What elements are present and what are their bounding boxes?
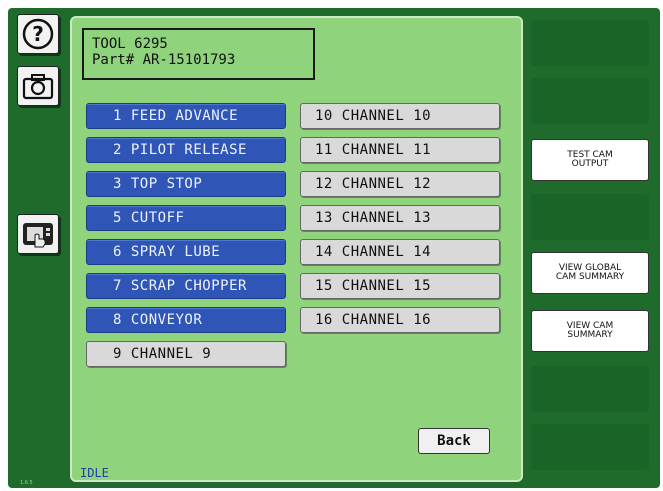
cam-button-7[interactable]: 7 SCRAP CHOPPER	[86, 273, 286, 299]
touch-panel-button[interactable]	[17, 214, 59, 254]
side-slot-empty-3	[531, 194, 649, 240]
side-slot-empty-4	[531, 366, 649, 412]
cam-button-9[interactable]: 9 CHANNEL 9	[86, 341, 286, 367]
svg-text:?: ?	[32, 22, 44, 46]
side-slot-empty-2	[531, 78, 649, 124]
cam-button-12[interactable]: 12 CHANNEL 12	[300, 171, 500, 197]
main-panel: TOOL 6295 Part# AR-15101793 1 FEED ADVAN…	[70, 16, 523, 482]
status-text: IDLE	[80, 466, 109, 480]
cam-button-15[interactable]: 15 CHANNEL 15	[300, 273, 500, 299]
view-cam-summary-button[interactable]: VIEW CAM SUMMARY	[531, 310, 649, 352]
cam-button-6[interactable]: 6 SPRAY LUBE	[86, 239, 286, 265]
cam-button-2[interactable]: 2 PILOT RELEASE	[86, 137, 286, 163]
tool-info-box: TOOL 6295 Part# AR-15101793	[82, 28, 315, 80]
touch-panel-icon	[23, 223, 53, 248]
question-icon: ?	[22, 18, 54, 50]
cam-button-13[interactable]: 13 CHANNEL 13	[300, 205, 500, 231]
cam-button-5[interactable]: 5 CUTOFF	[86, 205, 286, 231]
back-button[interactable]: Back	[418, 428, 490, 454]
test-cam-output-button[interactable]: TEST CAM OUTPUT	[531, 139, 649, 181]
cam-button-10[interactable]: 10 CHANNEL 10	[300, 103, 500, 129]
camera-button[interactable]	[17, 66, 59, 106]
cam-button-16[interactable]: 16 CHANNEL 16	[300, 307, 500, 333]
side-slot-empty-5	[531, 424, 649, 470]
part-number: Part# AR-15101793	[92, 52, 236, 68]
tool-number: TOOL 6295	[92, 36, 168, 52]
cam-button-1[interactable]: 1 FEED ADVANCE	[86, 103, 286, 129]
cam-button-3[interactable]: 3 TOP STOP	[86, 171, 286, 197]
view-global-cam-summary-button[interactable]: VIEW GLOBAL CAM SUMMARY	[531, 252, 649, 294]
help-button[interactable]: ?	[17, 14, 59, 54]
cam-button-11[interactable]: 11 CHANNEL 11	[300, 137, 500, 163]
cam-button-14[interactable]: 14 CHANNEL 14	[300, 239, 500, 265]
version-label: 1.6.5	[20, 480, 33, 486]
cam-button-8[interactable]: 8 CONVEYOR	[86, 307, 286, 333]
side-slot-empty-1	[531, 20, 649, 66]
camera-icon	[22, 74, 54, 100]
